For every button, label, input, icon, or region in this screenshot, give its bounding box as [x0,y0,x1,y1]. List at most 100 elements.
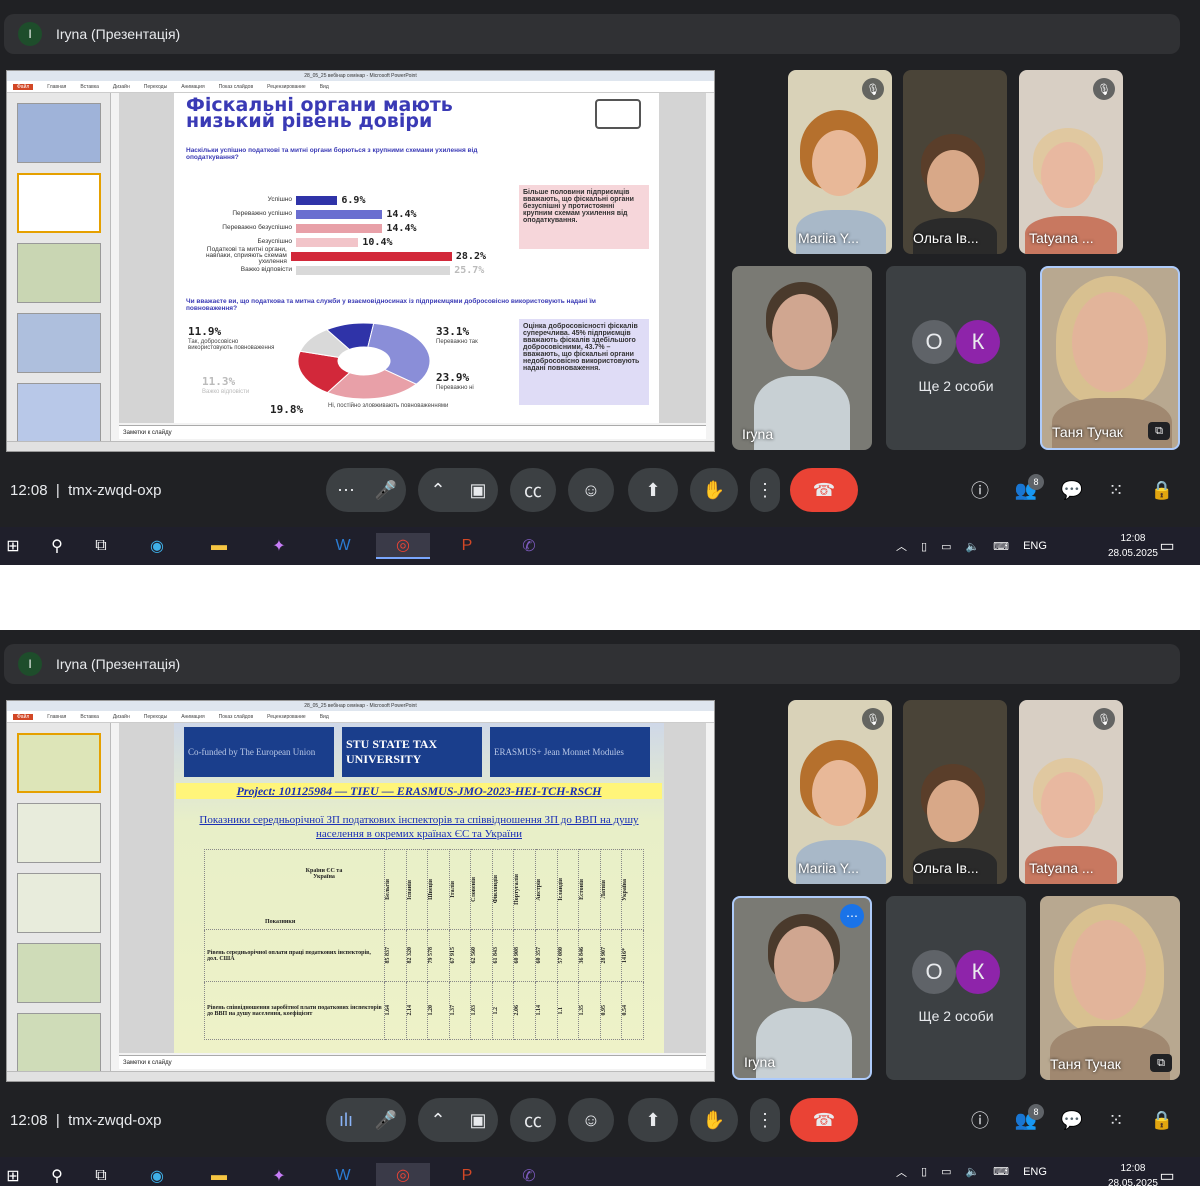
more-options-icon[interactable]: ⋯ [840,904,864,928]
host-controls-icon[interactable]: 🔒 [1150,1108,1174,1132]
chrome-icon[interactable]: ◎ [376,1163,430,1186]
participant-tile[interactable]: 🎙 Mariia Y... [788,700,892,884]
slide-thumbnail-selected[interactable] [17,733,101,793]
chevron-up-icon[interactable]: ⌃ [418,468,458,512]
others-tile[interactable]: О К Ще 2 особи [886,266,1026,450]
word-icon[interactable]: W [330,1163,356,1186]
windows-start-icon[interactable]: ⊞ [0,533,26,559]
windows-start-icon[interactable]: ⊞ [0,1163,26,1186]
leave-call-button[interactable]: ☎ [790,1098,858,1142]
leave-call-button[interactable]: ☎ [790,468,858,512]
language-indicator[interactable]: ENG [1023,1166,1047,1178]
microphone-button[interactable]: 🎤 [366,1098,406,1142]
system-tray[interactable]: ︿ ▯ ▭ 🔈 ⌨ ENG [896,1157,1047,1186]
microphone-button[interactable]: 🎤 [366,468,406,512]
task-view-icon[interactable]: ⧉ [88,1163,114,1186]
host-controls-icon[interactable]: 🔒 [1150,478,1174,502]
presentation-bar[interactable]: I Iryna (Презентація) [4,644,1180,684]
captions-button[interactable]: ㏄ [510,1098,556,1142]
participant-tile[interactable]: Iryna [732,266,872,450]
chevron-up-icon[interactable]: ︿ [896,538,907,554]
taskbar-clock[interactable]: 12:08 28.05.2025 [1108,1161,1158,1186]
camera-button[interactable]: ▣ [458,1098,498,1142]
slide-thumbnails[interactable] [7,723,111,1073]
file-explorer-icon[interactable]: ▬ [206,1163,232,1186]
slide-thumbnail[interactable] [17,103,101,163]
slide-thumbnail[interactable] [17,873,101,933]
slide-notes[interactable]: Заметки к слайду [119,1055,706,1069]
chevron-up-icon[interactable]: ︿ [896,1164,907,1180]
more-options-button[interactable]: ⋮ [750,468,780,512]
info-icon[interactable]: ⓘ [968,478,992,502]
emoji-button[interactable]: ☺ [568,468,614,512]
captions-button[interactable]: ㏄ [510,468,556,512]
slide-thumbnail[interactable] [17,943,101,1003]
chat-icon[interactable]: 💬 [1060,1108,1084,1132]
taskbar-clock[interactable]: 12:08 28.05.2025 [1108,531,1158,561]
slide-thumbnail[interactable] [17,313,101,373]
slide-thumbnail[interactable] [17,1013,101,1073]
raise-hand-button[interactable]: ✋ [690,468,738,512]
task-view-icon[interactable]: ⧉ [88,533,114,559]
audio-level-icon[interactable]: ılı [326,1098,366,1142]
participant-tile[interactable]: ⧉ Таня Тучак [1040,266,1180,450]
chat-icon[interactable]: 💬 [1060,478,1084,502]
language-indicator[interactable]: ENG [1023,540,1047,552]
participant-tile[interactable]: Ольга Ів... [903,70,1007,254]
edge-icon[interactable]: ◉ [144,533,170,559]
people-icon[interactable]: 👥 8 [1014,474,1044,502]
copilot-icon[interactable]: ✦ [266,1163,292,1186]
slide-thumbnails[interactable] [7,93,111,443]
raise-hand-button[interactable]: ✋ [690,1098,738,1142]
present-button[interactable]: ⬆ [628,468,678,512]
copilot-icon[interactable]: ✦ [266,533,292,559]
people-icon[interactable]: 👥 8 [1014,1104,1044,1132]
activities-icon[interactable]: ⁙ [1104,1108,1128,1132]
participant-tile[interactable]: Ольга Ів... [903,700,1007,884]
slide-notes[interactable]: Заметки к слайду [119,425,706,439]
powerpoint-icon[interactable]: P [454,1163,480,1186]
slide-thumbnail[interactable] [17,383,101,443]
donut-label-value: 33.1% [436,325,470,338]
chrome-icon[interactable]: ◎ [376,533,430,559]
file-explorer-icon[interactable]: ▬ [206,533,232,559]
picture-in-picture-icon[interactable]: ⧉ [1148,422,1170,440]
present-button[interactable]: ⬆ [628,1098,678,1142]
participant-tile[interactable]: 🎙 Tatyana ... [1019,700,1123,884]
more-options-button[interactable]: ⋮ [750,1098,780,1142]
slide-thumbnail[interactable] [17,243,101,303]
picture-in-picture-icon[interactable]: ⧉ [1150,1054,1172,1072]
others-tile[interactable]: О К Ще 2 особи [886,896,1026,1080]
slide-thumbnail-selected[interactable] [17,173,101,233]
table-cell: 62 560 [471,947,478,964]
others-label: Ще 2 особи [918,1008,994,1024]
notifications-icon[interactable]: ▭ [1154,533,1180,559]
system-tray[interactable]: ︿ ▯ ▭ 🔈 ⌨ ENG [896,527,1047,565]
participant-tile[interactable]: ⧉ Таня Тучак [1040,896,1180,1080]
notifications-icon[interactable]: ▭ [1154,1163,1180,1186]
search-icon[interactable]: ⚲ [44,1163,70,1186]
emoji-button[interactable]: ☺ [568,1098,614,1142]
viber-icon[interactable]: ✆ [516,1163,542,1186]
search-icon[interactable]: ⚲ [44,533,70,559]
powerpoint-icon[interactable]: P [454,533,480,559]
chevron-up-icon[interactable]: ⌃ [418,1098,458,1142]
avatar: К [956,950,1000,994]
audio-settings-button[interactable]: ⋯ [326,468,366,512]
info-icon[interactable]: ⓘ [968,1108,992,1132]
country-name: Словенія [471,877,478,902]
presentation-bar[interactable]: I Iryna (Презентація) [4,14,1180,54]
participant-tile[interactable]: 🎙 Mariia Y... [788,70,892,254]
participant-tile[interactable]: 🎙 Tatyana ... [1019,70,1123,254]
table-cell: 85 837 [385,947,391,964]
viber-icon[interactable]: ✆ [516,533,542,559]
activities-icon[interactable]: ⁙ [1104,478,1128,502]
participant-tile[interactable]: ⋯ Iryna [732,896,872,1080]
participant-name: Ольга Ів... [913,860,979,876]
slide-thumbnail[interactable] [17,803,101,863]
presentation-title: Iryna (Презентація) [56,656,181,672]
table-row: Рівень середньорічної оплати праці подат… [204,929,644,982]
edge-icon[interactable]: ◉ [144,1163,170,1186]
word-icon[interactable]: W [330,533,356,559]
camera-button[interactable]: ▣ [458,468,498,512]
